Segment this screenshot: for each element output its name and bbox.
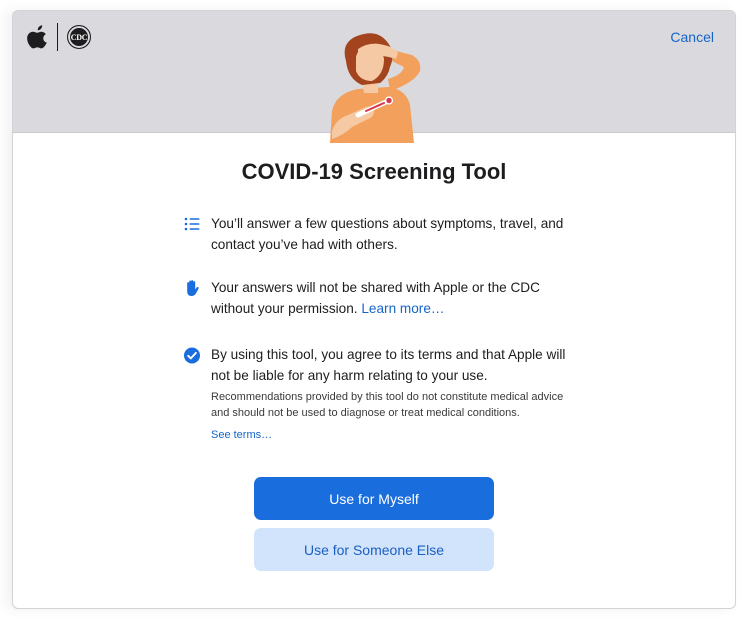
use-for-myself-button[interactable]: Use for Myself [254,477,494,520]
cdc-logo-text: CDC [70,32,88,42]
terms-text: By using this tool, you agree to its ter… [211,347,566,383]
page: CDC Cancel COVID-19 Screening Tool You’l… [0,0,752,636]
use-for-someone-else-button[interactable]: Use for Someone Else [254,528,494,571]
learn-more-link[interactable]: Learn more… [361,301,444,316]
list-icon [184,217,200,231]
info-text: You’ll answer a few questions about symp… [211,216,564,252]
see-terms-link[interactable]: See terms… [211,425,272,446]
dialog-header: CDC Cancel [13,11,735,143]
info-item-questions: You’ll answer a few questions about symp… [183,213,583,255]
info-item-privacy: Your answers will not be shared with App… [183,277,583,319]
logo-divider [57,23,58,51]
checkmark-circle-icon [184,347,200,364]
cdc-logo: CDC [67,25,91,49]
info-text: Your answers will not be shared with App… [211,277,583,319]
logo-group: CDC [27,23,91,51]
cancel-button[interactable]: Cancel [670,29,714,45]
medical-disclaimer: Recommendations provided by this tool do… [211,391,564,419]
info-item-terms: By using this tool, you agree to its ter… [183,344,583,446]
page-title: COVID-19 Screening Tool [241,159,507,184]
hand-icon [187,280,199,296]
apple-logo-icon [27,25,47,49]
info-text: By using this tool, you agree to its ter… [211,344,583,446]
screening-dialog: CDC Cancel COVID-19 Screening Tool You’l… [12,10,736,609]
sick-person-illustration-icon [330,33,421,143]
